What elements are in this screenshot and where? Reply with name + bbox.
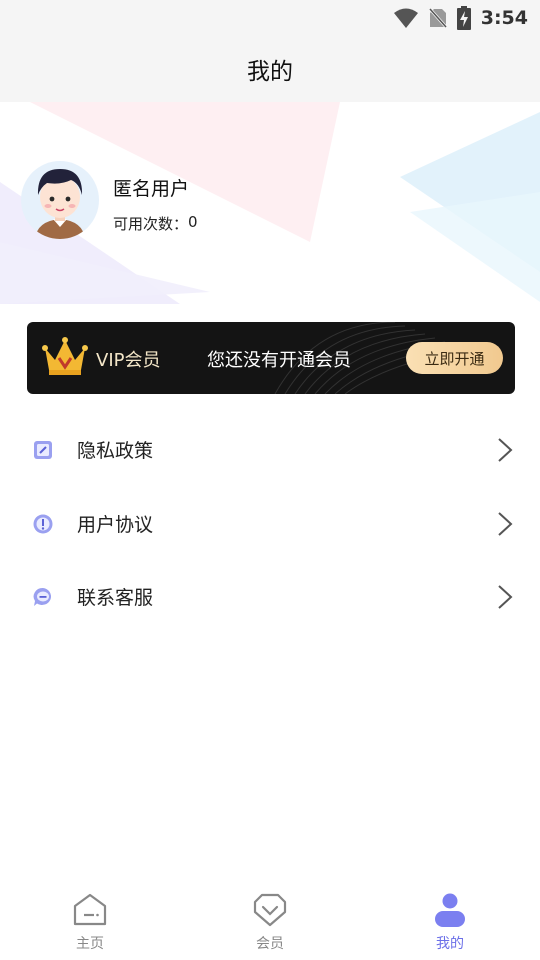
nav-tab-home[interactable]: 主页 xyxy=(0,880,180,960)
activate-vip-button[interactable]: 立即开通 xyxy=(406,342,503,374)
vip-status-message: 您还没有开通会员 xyxy=(207,350,351,371)
menu-item-user-agreement[interactable]: 用户协议 xyxy=(0,493,540,553)
avatar-boy-icon xyxy=(35,169,85,239)
menu-label: 用户协议 xyxy=(77,513,154,536)
vip-label: VIP会员 xyxy=(96,350,161,371)
chat-bubble-icon xyxy=(32,586,54,608)
vip-banner[interactable]: VIP会员 您还没有开通会员 立即开通 xyxy=(27,322,515,394)
home-icon xyxy=(72,892,108,932)
usage-info: 可用次数： 0 xyxy=(113,213,198,234)
menu-label: 联系客服 xyxy=(77,586,154,609)
nav-tab-mine[interactable]: 我的 xyxy=(360,880,540,960)
wifi-icon xyxy=(393,7,419,29)
nav-label: 会员 xyxy=(256,936,284,952)
status-bar: 3:54 xyxy=(0,0,540,36)
nav-label: 我的 xyxy=(436,936,464,952)
chevron-right-icon xyxy=(497,584,513,614)
user-name: 匿名用户 xyxy=(113,178,190,200)
avatar[interactable] xyxy=(21,161,99,239)
crown-icon xyxy=(41,336,89,382)
status-time: 3:54 xyxy=(480,7,528,29)
no-sim-icon xyxy=(428,7,447,29)
nav-label: 主页 xyxy=(76,936,104,952)
profile-card: 匿名用户 可用次数： 0 xyxy=(0,102,540,304)
menu-label: 隐私政策 xyxy=(77,439,154,462)
chevron-right-icon xyxy=(497,437,513,467)
user-icon xyxy=(432,892,468,932)
bottom-navigation: 主页 会员 我的 xyxy=(0,880,540,960)
vip-diamond-icon xyxy=(252,892,288,932)
info-circle-icon xyxy=(32,513,54,535)
usage-label: 可用次数： xyxy=(113,215,189,233)
my-page-screen: 3:54 我的 匿名用户 可用次数： 0 VIP会员 您还没有开通会员 立即开通… xyxy=(0,0,540,960)
document-edit-icon xyxy=(32,439,54,461)
page-title: 我的 xyxy=(247,59,293,85)
menu-item-privacy-policy[interactable]: 隐私政策 xyxy=(0,419,540,479)
usage-count: 0 xyxy=(188,213,198,231)
menu-item-customer-service[interactable]: 联系客服 xyxy=(0,566,540,626)
battery-charging-icon xyxy=(456,6,471,30)
page-header: 我的 xyxy=(0,36,540,102)
nav-tab-vip[interactable]: 会员 xyxy=(180,880,360,960)
chevron-right-icon xyxy=(497,511,513,541)
